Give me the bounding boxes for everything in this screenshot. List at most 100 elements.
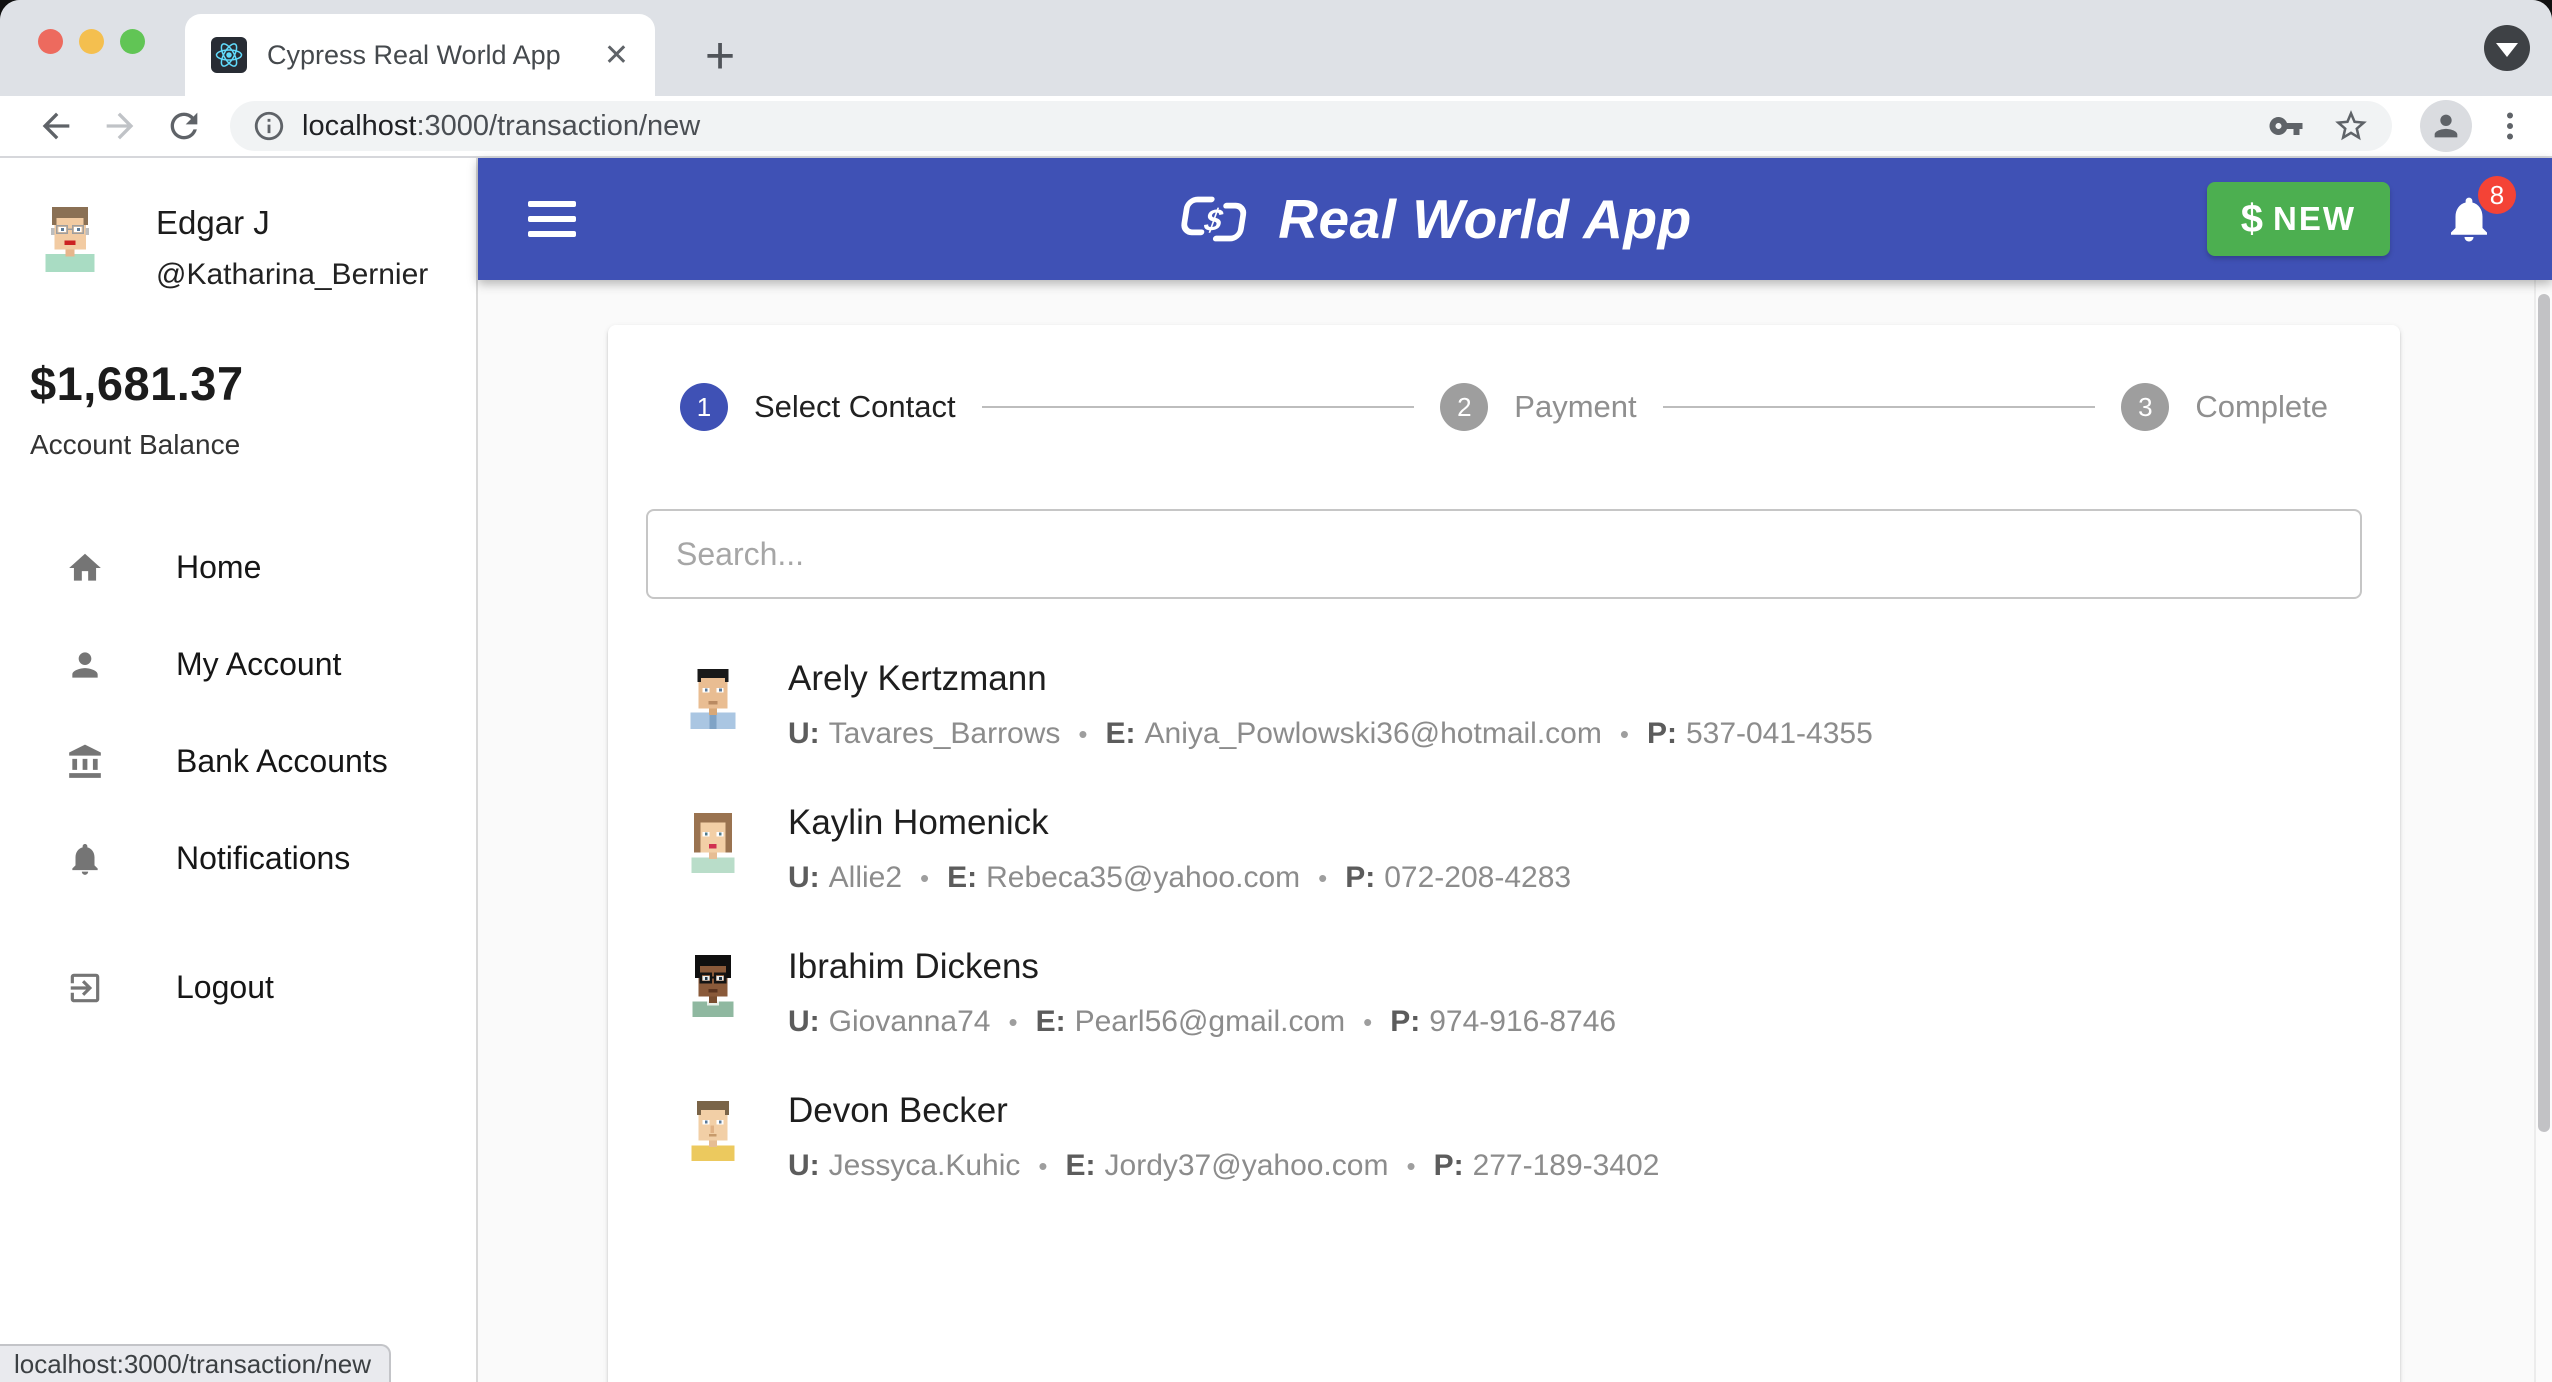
page-content: Edgar J @Katharina_Bernier $1,681.37 Acc… [0,158,2552,1382]
phone-label: P: [1647,717,1677,750]
close-window-button[interactable] [38,29,63,54]
contact-row-arely-kertzmann[interactable]: Arely Kertzmann U: Tavares_Barrows • E: Aniy… [608,631,2400,775]
info-icon [252,109,286,143]
app-title: Real World App [1278,187,1691,251]
browser-profile-icon[interactable] [2420,100,2472,152]
contact-row-devon-becker[interactable]: Devon Becker U: Jessyca.Kuhic • E: Jordy37@y… [608,1063,2400,1207]
step-complete: 3 Complete [2121,383,2328,431]
username-label: U: [788,717,820,750]
step-connector [1663,406,2096,408]
new-tab-button[interactable]: + [696,34,744,82]
user-display-name: Edgar J [156,204,428,242]
sidebar-item-my-account[interactable]: My Account [0,616,476,713]
back-icon[interactable] [34,104,78,148]
contact-search-input[interactable] [646,509,2362,599]
contact-email: Aniya_Powlowski36@hotmail.com [1145,717,1602,750]
sidebar-item-logout[interactable]: Logout [0,939,476,1036]
person-icon [66,646,104,684]
maximize-window-button[interactable] [120,29,145,54]
app-logo[interactable]: $ Real World App [1178,187,1691,251]
react-favicon-icon [211,37,247,73]
tab-search-icon[interactable] [2484,25,2530,71]
stepper: 1 Select Contact 2 Payment 3 Complete [608,325,2400,483]
sidebar-nav: Home My Account Bank Accounts Notificati… [0,519,476,1036]
notifications-badge: 8 [2478,176,2516,214]
transaction-card: 1 Select Contact 2 Payment 3 Complete [608,325,2400,1382]
phone-label: P: [1434,1149,1464,1182]
user-handle: @Katharina_Bernier [156,258,428,292]
balance-label: Account Balance [30,429,476,461]
contact-name: Devon Becker [788,1091,1659,1131]
scrollbar-thumb[interactable] [2538,294,2550,1132]
sidebar-item-bank-accounts[interactable]: Bank Accounts [0,713,476,810]
minimize-window-button[interactable] [79,29,104,54]
separator-dot: • [1620,719,1629,749]
tab-close-icon[interactable]: ✕ [604,38,629,73]
contact-phone: 277-189-3402 [1473,1149,1660,1182]
menu-hamburger-icon[interactable] [528,201,576,237]
email-label: E: [1106,717,1136,750]
separator-dot: • [1038,1151,1047,1181]
contact-username: Jessyca.Kuhic [829,1149,1021,1182]
contact-username: Tavares_Barrows [829,717,1061,750]
new-transaction-button[interactable]: $ NEW [2207,182,2390,256]
status-bar: localhost:3000/transaction/new [0,1344,391,1382]
contact-details: U:Allie2•E:Rebeca35@yahoo.com•P:072-208-… [788,861,1571,895]
bookmark-star-icon[interactable] [2332,107,2370,145]
browser-menu-icon[interactable] [2492,108,2528,144]
contact-email: Rebeca35@yahoo.com [986,861,1300,894]
username-label: U: [788,861,820,894]
rwa-logo-icon: $ [1178,189,1256,249]
toolbar-right [2406,100,2528,152]
user-avatar [34,200,106,272]
step-select-contact: 1 Select Contact [680,383,956,431]
main-area: $ Real World App $ NEW 8 [478,158,2552,1382]
password-key-icon[interactable] [2268,108,2304,144]
contact-list: Arely Kertzmann U: Tavares_Barrows • E: Aniy… [608,613,2400,1237]
url-text: localhost:3000/transaction/new [302,110,700,143]
contact-name: Arely Kertzmann [788,659,1873,699]
sidebar-item-notifications[interactable]: Notifications [0,810,476,907]
email-label: E: [1066,1149,1096,1182]
contact-name: Kaylin Homenick [788,803,1571,843]
status-url: localhost:3000/transaction/new [14,1349,371,1380]
bell-icon [66,840,104,878]
step-payment: 2 Payment [1440,383,1636,431]
email-label: E: [1036,1005,1066,1038]
contact-avatar [680,807,746,873]
contact-row-ibrahim-dickens[interactable]: Ibrahim Dickens U:Giovanna74•E:Pearl56@g… [608,919,2400,1063]
svg-text:$: $ [1201,202,1225,237]
contact-details: U:Jessyca.Kuhic•E:Jordy37@yahoo.com•P:27… [788,1149,1659,1183]
browser-tab[interactable]: Cypress Real World App ✕ [185,14,655,96]
bank-icon [66,743,104,781]
separator-dot: • [1363,1007,1372,1037]
username-label: U: [788,1149,820,1182]
contact-phone: 974-916-8746 [1429,1005,1616,1038]
contact-email: Jordy37@yahoo.com [1105,1149,1389,1182]
browser-window: Cypress Real World App ✕ + localhost:300… [0,0,2552,1382]
separator-dot: • [1318,863,1327,893]
contact-avatar [680,663,746,729]
contact-row-kaylin-homenick[interactable]: Kaylin Homenick U: Allie2 • E: Rebeca35@yaho… [608,775,2400,919]
email-label: E: [947,861,977,894]
contact-details: U:Giovanna74•E:Pearl56@gmail.com•P:974-9… [788,1005,1616,1039]
sidebar: Edgar J @Katharina_Bernier $1,681.37 Acc… [0,158,478,1382]
notifications-bell[interactable]: 8 [2442,192,2496,246]
contact-username: Allie2 [829,861,902,894]
url-bar[interactable]: localhost:3000/transaction/new [230,101,2392,151]
separator-dot: • [1008,1007,1017,1037]
reload-icon[interactable] [162,104,206,148]
contact-phone: 072-208-4283 [1384,861,1571,894]
contact-details: U: Tavares_Barrows • E: Aniya_Powlowski36@ho… [788,717,1873,751]
step-connector [982,406,1415,408]
account-balance: $1,681.37 Account Balance [0,292,476,461]
contact-username: Giovanna74 [829,1005,991,1038]
contact-name: Ibrahim Dickens [788,947,1616,987]
window-controls [38,29,145,54]
username-label: U: [788,1005,820,1038]
phone-label: P: [1390,1005,1420,1038]
sidebar-item-home[interactable]: Home [0,519,476,616]
contact-phone: 537-041-4355 [1686,717,1873,750]
forward-icon[interactable] [98,104,142,148]
contact-avatar [680,1095,746,1161]
